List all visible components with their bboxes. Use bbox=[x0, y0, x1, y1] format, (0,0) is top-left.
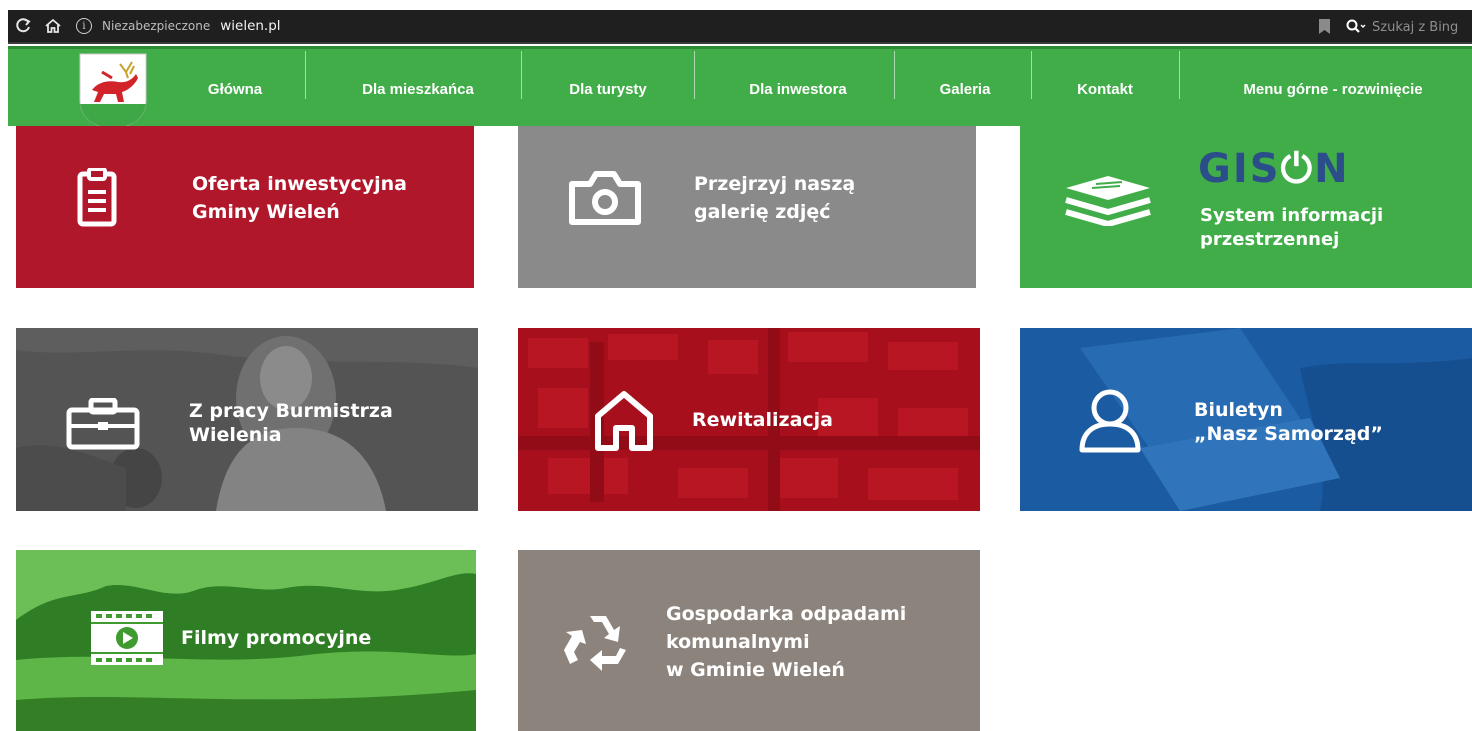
camera-icon bbox=[569, 171, 641, 225]
gison-power-icon: ⏻ bbox=[1280, 146, 1315, 192]
tile-rewitalizacja-label: Rewitalizacja bbox=[692, 409, 833, 431]
layers-icon bbox=[1065, 176, 1151, 226]
user-icon bbox=[1079, 389, 1141, 453]
search-placeholder: Szukaj z Bing bbox=[1372, 19, 1459, 35]
nav-separator bbox=[894, 51, 895, 99]
tile-rewitalizacja[interactable]: Rewitalizacja bbox=[518, 328, 980, 511]
tile-biuletyn-line1: Biuletyn bbox=[1194, 399, 1283, 421]
tile-odpady-line2: komunalnymi bbox=[666, 631, 810, 653]
briefcase-icon bbox=[66, 398, 140, 450]
nav-dla-turysty[interactable]: Dla turysty bbox=[548, 49, 668, 129]
tile-gospodarka-odpadami[interactable]: Gospodarka odpadami komunalnymi w Gminie… bbox=[518, 550, 980, 731]
house-icon bbox=[595, 391, 653, 451]
tile-filmy-label: Filmy promocyjne bbox=[181, 627, 372, 649]
tile-filmy-promocyjne[interactable]: Filmy promocyjne bbox=[16, 550, 476, 731]
nav-galeria[interactable]: Galeria bbox=[922, 49, 1008, 129]
gison-logo: GIS⏻N bbox=[1198, 146, 1350, 192]
tile-oferta-inwestycyjna[interactable]: Oferta inwestycyjna Gminy Wieleń bbox=[16, 126, 474, 288]
nav-separator bbox=[521, 51, 522, 99]
nav-separator bbox=[1031, 51, 1032, 99]
search-box[interactable]: Szukaj z Bing bbox=[1340, 14, 1472, 40]
tile-gison-line1: System informacji bbox=[1200, 205, 1384, 226]
video-icon bbox=[91, 611, 163, 665]
recycle-icon bbox=[564, 616, 626, 671]
tile-oferta-line2: Gminy Wieleń bbox=[192, 201, 340, 223]
browser-toolbar: i Niezabezpieczone wielen.pl Szukaj z Bi… bbox=[8, 10, 1472, 44]
tile-galeria[interactable]: Przejrzyj naszą galerię zdjęć bbox=[518, 126, 976, 288]
bookmark-icon[interactable] bbox=[1319, 19, 1330, 34]
nav-separator bbox=[305, 51, 306, 99]
coat-of-arms-logo[interactable] bbox=[78, 52, 148, 130]
tile-odpady-line1: Gospodarka odpadami bbox=[666, 603, 907, 625]
security-label: Niezabezpieczone bbox=[102, 19, 211, 33]
tile-odpady-line3: w Gminie Wieleń bbox=[666, 659, 845, 681]
clipboard-icon bbox=[77, 168, 117, 227]
nav-separator bbox=[694, 51, 695, 99]
tile-galeria-line1: Przejrzyj naszą bbox=[694, 173, 856, 195]
nav-glowna[interactable]: Główna bbox=[194, 49, 276, 129]
tile-z-pracy-burmistrza[interactable]: Z pracy Burmistrza Wielenia bbox=[16, 328, 478, 511]
info-icon[interactable]: i bbox=[76, 18, 92, 34]
search-icon bbox=[1346, 19, 1366, 33]
url-text[interactable]: wielen.pl bbox=[220, 18, 280, 34]
site-navigation: Główna Dla mieszkańca Dla turysty Dla in… bbox=[8, 46, 1472, 129]
nav-separator bbox=[1179, 51, 1180, 99]
home-icon[interactable] bbox=[38, 9, 68, 43]
tile-biuletyn[interactable]: Biuletyn „Nasz Samorząd” bbox=[1020, 328, 1472, 511]
nav-menu-rozwiniecie[interactable]: Menu górne - rozwinięcie bbox=[1204, 49, 1462, 129]
nav-dla-inwestora[interactable]: Dla inwestora bbox=[724, 49, 872, 129]
address-bar[interactable]: i Niezabezpieczone wielen.pl bbox=[76, 9, 281, 43]
tile-biuletyn-line2: „Nasz Samorząd” bbox=[1194, 423, 1383, 445]
tile-gison[interactable]: GIS⏻N System informacji przestrzennej bbox=[1020, 126, 1472, 288]
refresh-icon[interactable] bbox=[8, 9, 38, 43]
tile-galeria-line2: galerię zdjęć bbox=[694, 201, 831, 223]
tile-oferta-line1: Oferta inwestycyjna bbox=[192, 173, 407, 195]
tile-burmistrz-line2: Wielenia bbox=[189, 424, 282, 446]
tile-gison-line2: przestrzennej bbox=[1200, 229, 1340, 250]
nav-dla-mieszkanca[interactable]: Dla mieszkańca bbox=[336, 49, 500, 129]
nav-kontakt[interactable]: Kontakt bbox=[1060, 49, 1150, 129]
tile-burmistrz-line1: Z pracy Burmistrza bbox=[189, 400, 393, 422]
